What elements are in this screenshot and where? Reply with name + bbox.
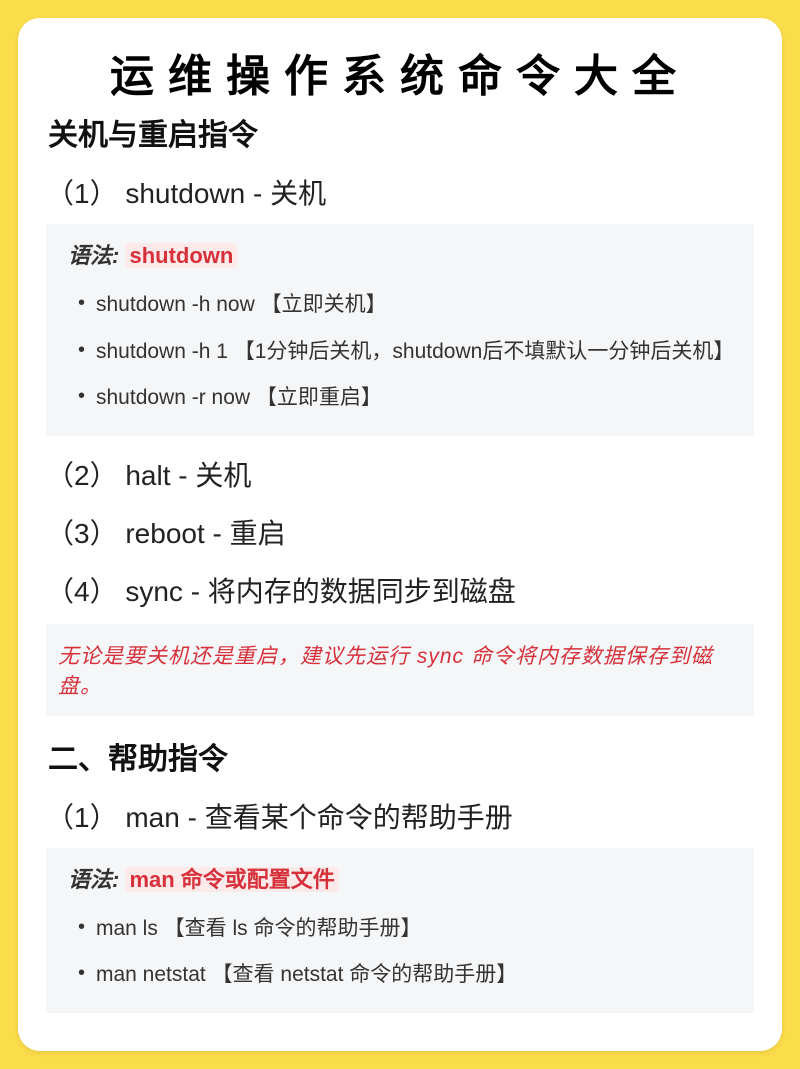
cmd-item-sync: （4） sync - 将内存的数据同步到磁盘 — [46, 570, 754, 610]
syntax-command: man 命令或配置文件 — [125, 867, 338, 892]
syntax-line: 语法: man 命令或配置文件 — [68, 862, 736, 894]
example-list: man ls 【查看 ls 命令的帮助手册】 man netstat 【查看 n… — [68, 906, 736, 999]
cmd-item-halt: （2） halt - 关机 — [46, 454, 754, 494]
example-item: man netstat 【查看 netstat 命令的帮助手册】 — [96, 952, 736, 999]
cmd-item-man: （1） man - 查看某个命令的帮助手册 — [46, 796, 754, 836]
section-heading-help: 二、帮助指令 — [48, 734, 754, 778]
page-title: 运维操作系统命令大全 — [46, 40, 754, 104]
content-card: 运维操作系统命令大全 关机与重启指令 （1） shutdown - 关机 语法:… — [18, 18, 782, 1051]
syntax-command: shutdown — [125, 243, 237, 268]
syntax-line: 语法: shutdown — [68, 238, 736, 270]
section-heading-shutdown: 关机与重启指令 — [48, 110, 754, 154]
cmd-item-reboot: （3） reboot - 重启 — [46, 512, 754, 552]
example-item: shutdown -h now 【立即关机】 — [96, 282, 736, 329]
note-block: 无论是要关机还是重启，建议先运行 sync 命令将内存数据保存到磁盘。 — [46, 624, 754, 716]
syntax-prefix: 语法: — [68, 243, 125, 268]
code-block-man: 语法: man 命令或配置文件 man ls 【查看 ls 命令的帮助手册】 m… — [46, 848, 754, 1013]
example-item: shutdown -r now 【立即重启】 — [96, 375, 736, 422]
syntax-prefix: 语法: — [68, 867, 125, 892]
code-block-shutdown: 语法: shutdown shutdown -h now 【立即关机】 shut… — [46, 224, 754, 436]
cmd-item-shutdown: （1） shutdown - 关机 — [46, 172, 754, 212]
example-list: shutdown -h now 【立即关机】 shutdown -h 1 【1分… — [68, 282, 736, 422]
example-item: shutdown -h 1 【1分钟后关机，shutdown后不填默认一分钟后关… — [96, 329, 736, 376]
example-item: man ls 【查看 ls 命令的帮助手册】 — [96, 906, 736, 953]
